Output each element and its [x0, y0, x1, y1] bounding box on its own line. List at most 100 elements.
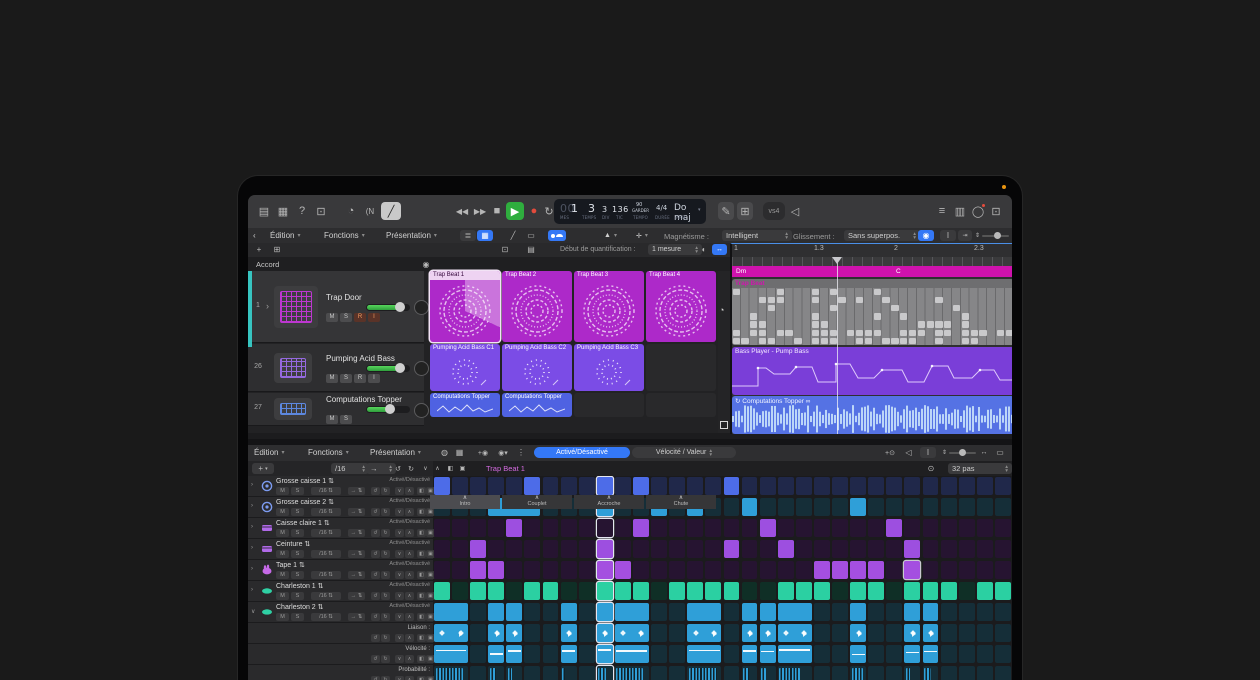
loop-cell[interactable]: Trap Beat 3: [574, 271, 644, 342]
down-icon[interactable]: ∨: [395, 655, 404, 663]
step-cell[interactable]: [543, 561, 559, 579]
list-editors-icon[interactable]: ≡: [935, 202, 949, 220]
scene-trigger[interactable]: ∧Couplet: [502, 495, 572, 509]
loop-cell[interactable]: Pumping Acid Bass C3: [574, 344, 644, 391]
ss-menu-edition[interactable]: Édition▾: [254, 445, 284, 460]
step-cell[interactable]: [524, 540, 540, 558]
step-cell[interactable]: [579, 519, 595, 537]
step-cell[interactable]: [561, 645, 577, 663]
step-cell[interactable]: [724, 582, 740, 600]
more-icon[interactable]: ⋮: [516, 447, 526, 458]
row-m-button[interactable]: M: [276, 487, 289, 495]
step-cell[interactable]: [886, 519, 902, 537]
step-cell[interactable]: [633, 540, 649, 558]
step-cell[interactable]: [470, 624, 486, 642]
subrow-header[interactable]: Liaison :↺↻∨∧◧▣: [248, 623, 433, 644]
step-cell[interactable]: [579, 477, 595, 495]
step-cell[interactable]: [868, 666, 884, 680]
step-cell[interactable]: [832, 519, 848, 537]
step-cell[interactable]: [995, 582, 1011, 600]
pencil-tool-icon[interactable]: ╱: [506, 230, 520, 241]
step-row-header[interactable]: ∨Charleston 2 ⇅Activé/DésactivéMS/16 ⇅→ …: [248, 602, 433, 623]
add-row-icon[interactable]: +◉: [474, 447, 492, 458]
step-cell[interactable]: [615, 519, 631, 537]
zoom-out-icon[interactable]: +⊙: [882, 447, 898, 458]
rotate-left-icon[interactable]: ↺: [371, 529, 380, 537]
step-cell[interactable]: [796, 582, 812, 600]
step-cell[interactable]: [579, 645, 595, 663]
step-cell[interactable]: [959, 603, 975, 621]
step-cell[interactable]: [470, 666, 486, 680]
step-cell[interactable]: [959, 645, 975, 663]
count-in-icon[interactable]: (N: [361, 202, 379, 220]
step-cell[interactable]: [724, 519, 740, 537]
cell-gain-icon[interactable]: ◐: [698, 244, 710, 255]
step-cell[interactable]: [543, 666, 559, 680]
octave-down-icon[interactable]: ∨: [420, 463, 431, 474]
preview-speaker-icon[interactable]: ◁: [902, 447, 915, 458]
step-cell[interactable]: [923, 498, 939, 516]
copy-icon[interactable]: ◧: [417, 550, 426, 558]
row-disclosure-chevron[interactable]: ›: [251, 482, 253, 488]
step-cell[interactable]: [724, 477, 740, 495]
step-cell[interactable]: [488, 603, 504, 621]
step-cell[interactable]: [452, 582, 468, 600]
step-cell[interactable]: [959, 519, 975, 537]
pointer-tool-menu[interactable]: ▲▾: [604, 228, 617, 243]
step-cell[interactable]: [579, 540, 595, 558]
step-cell[interactable]: [488, 645, 504, 663]
step-row-header[interactable]: ›Tape 1 ⇅Activé/DésactivéMS/16 ⇅→ ⇅↺↻∨∧◧…: [248, 560, 433, 581]
step-cell[interactable]: [832, 498, 848, 516]
snap-button[interactable]: ◉: [918, 230, 934, 241]
step-cell[interactable]: [886, 624, 902, 642]
step-cell[interactable]: [778, 519, 794, 537]
scene-trigger[interactable]: ∧Chute: [646, 495, 716, 509]
row-s-button[interactable]: S: [291, 571, 304, 579]
step-cell[interactable]: [687, 666, 721, 680]
step-cell[interactable]: [814, 603, 830, 621]
step-cell[interactable]: [995, 666, 1011, 680]
step-cell[interactable]: [724, 540, 740, 558]
step-cell[interactable]: [524, 582, 540, 600]
step-cell[interactable]: [868, 540, 884, 558]
step-cell[interactable]: [977, 477, 993, 495]
step-cell[interactable]: [850, 561, 866, 579]
down-icon[interactable]: ∨: [395, 592, 404, 600]
step-cell[interactable]: [452, 477, 468, 495]
zoom-slider[interactable]: ⇕: [975, 230, 1009, 241]
step-cell[interactable]: [543, 519, 559, 537]
step-cell[interactable]: [543, 603, 559, 621]
step-cell[interactable]: [850, 582, 866, 600]
step-cell[interactable]: [687, 540, 703, 558]
step-cell[interactable]: [923, 540, 939, 558]
row-m-button[interactable]: M: [276, 571, 289, 579]
step-cell[interactable]: [687, 561, 703, 579]
quick-help-icon[interactable]: ?: [294, 202, 310, 220]
step-row-header[interactable]: ›Ceinture ⇅Activé/DésactivéMS/16 ⇅→ ⇅↺↻∨…: [248, 539, 433, 560]
pan-knob[interactable]: [414, 361, 429, 376]
step-cell[interactable]: [561, 519, 577, 537]
step-cell[interactable]: [868, 603, 884, 621]
step-cell[interactable]: [524, 645, 540, 663]
grid-options-icon[interactable]: ▤: [524, 244, 538, 255]
step-cell[interactable]: [669, 624, 685, 642]
step-cell[interactable]: [959, 540, 975, 558]
step-cell[interactable]: [850, 645, 866, 663]
step-cell[interactable]: [597, 624, 613, 642]
step-cell[interactable]: [760, 645, 776, 663]
step-cell[interactable]: [904, 477, 920, 495]
volume-slider[interactable]: [366, 406, 410, 413]
step-cell[interactable]: [506, 582, 522, 600]
step-cell[interactable]: [669, 666, 685, 680]
step-cell[interactable]: [977, 540, 993, 558]
step-cell[interactable]: [543, 624, 559, 642]
step-cell[interactable]: [615, 645, 649, 663]
step-cell[interactable]: [814, 666, 830, 680]
rotate-right-icon[interactable]: ↻: [381, 676, 390, 680]
step-cell[interactable]: [687, 519, 703, 537]
step-cell[interactable]: [868, 498, 884, 516]
step-cell[interactable]: [506, 624, 522, 642]
pencil-icon[interactable]: ✎: [718, 202, 734, 220]
up-icon[interactable]: ∧: [405, 487, 414, 495]
rotate-left-icon[interactable]: ↺: [371, 613, 380, 621]
